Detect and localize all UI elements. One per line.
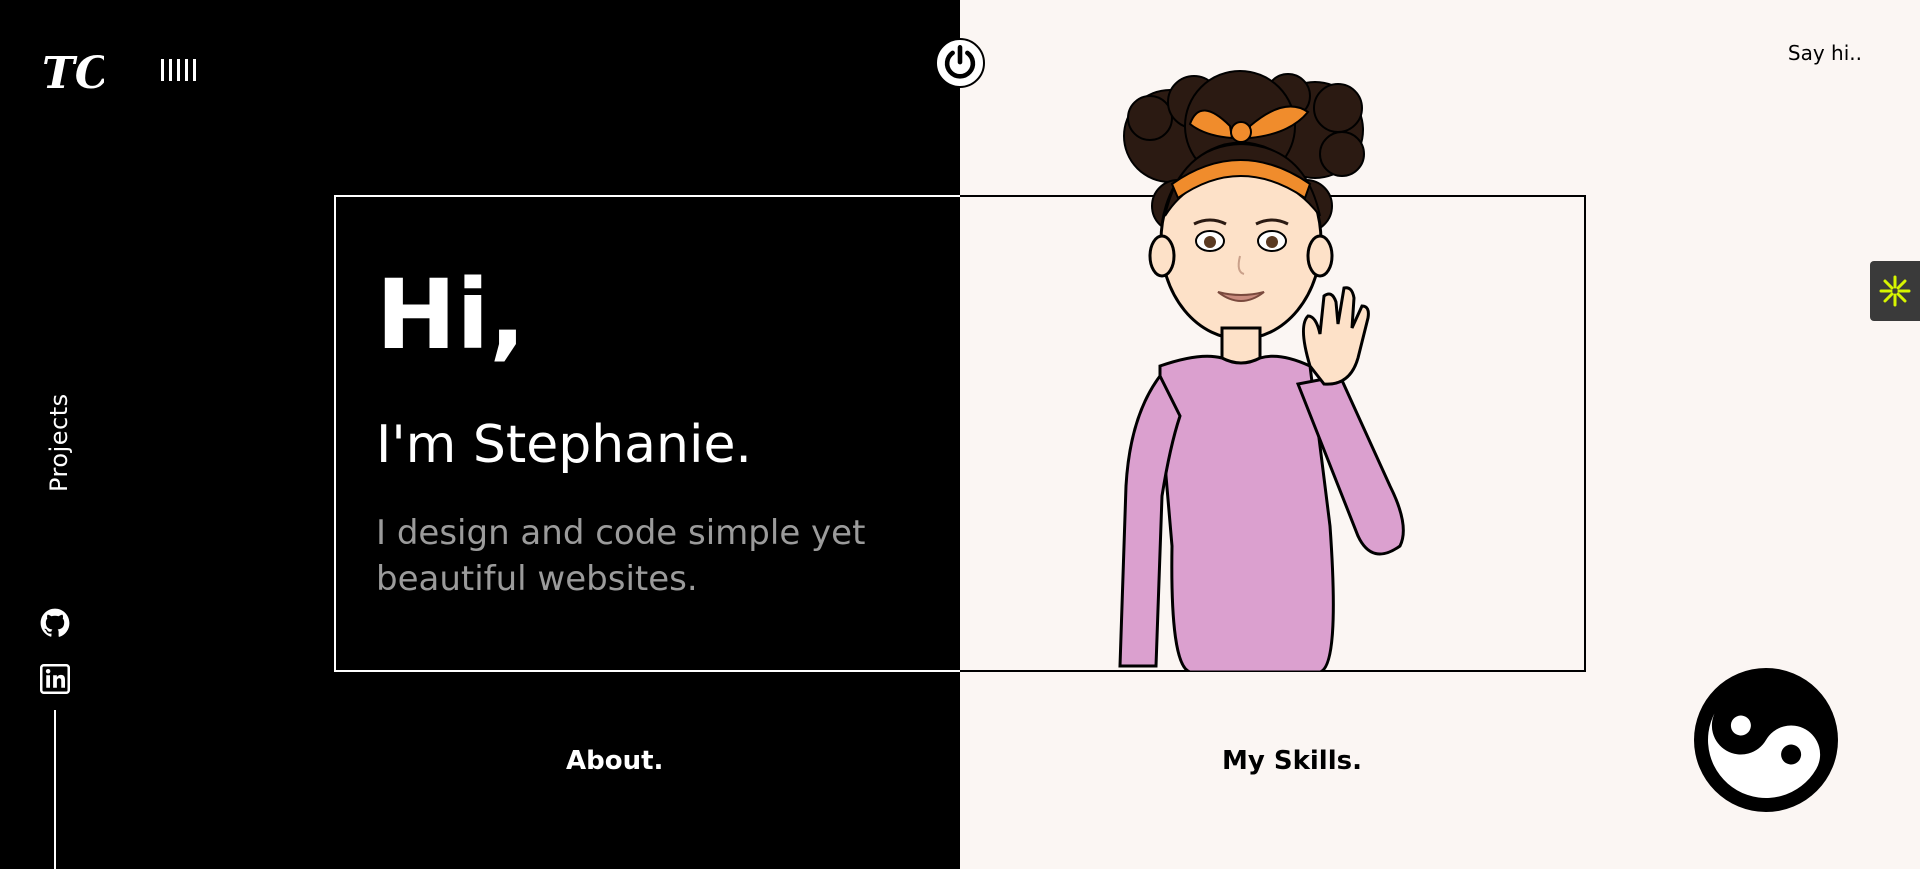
yin-yang-icon: [1694, 668, 1838, 812]
side-divider-line: [54, 710, 56, 869]
linkedin-icon: [40, 664, 70, 694]
hero-greeting: Hi,: [376, 259, 526, 371]
asterisk-icon: [1879, 275, 1911, 307]
skills-link[interactable]: My Skills.: [1222, 746, 1362, 776]
about-link[interactable]: About.: [566, 746, 663, 776]
hero-tagline: I design and code simple yet beautiful w…: [376, 513, 866, 599]
avatar-illustration: [1110, 66, 1430, 674]
linkedin-link[interactable]: [40, 664, 70, 694]
power-button[interactable]: [935, 38, 985, 88]
side-widget-button[interactable]: [1870, 261, 1920, 321]
say-hi-link[interactable]: Say hi..: [1788, 41, 1862, 65]
menu-button[interactable]: [161, 59, 196, 81]
menu-bar: [161, 59, 164, 81]
menu-bar: [185, 59, 188, 81]
logo-text: TC: [42, 48, 104, 99]
github-link[interactable]: [40, 608, 70, 638]
power-icon: [944, 45, 976, 79]
page: TC Say hi.. Projects Hi, I'm Stephanie. …: [0, 0, 1920, 869]
hero-card-dark: Hi, I'm Stephanie. I design and code sim…: [334, 195, 960, 672]
menu-bar: [169, 59, 172, 81]
logo[interactable]: TC: [40, 46, 110, 102]
projects-link[interactable]: Projects: [45, 393, 73, 492]
menu-bar: [177, 59, 180, 81]
hero-name: I'm Stephanie.: [376, 415, 752, 475]
github-icon: [40, 608, 70, 637]
theme-toggle-button[interactable]: [1692, 666, 1840, 814]
logo-mark: TC: [42, 48, 110, 99]
menu-bar: [193, 59, 196, 81]
